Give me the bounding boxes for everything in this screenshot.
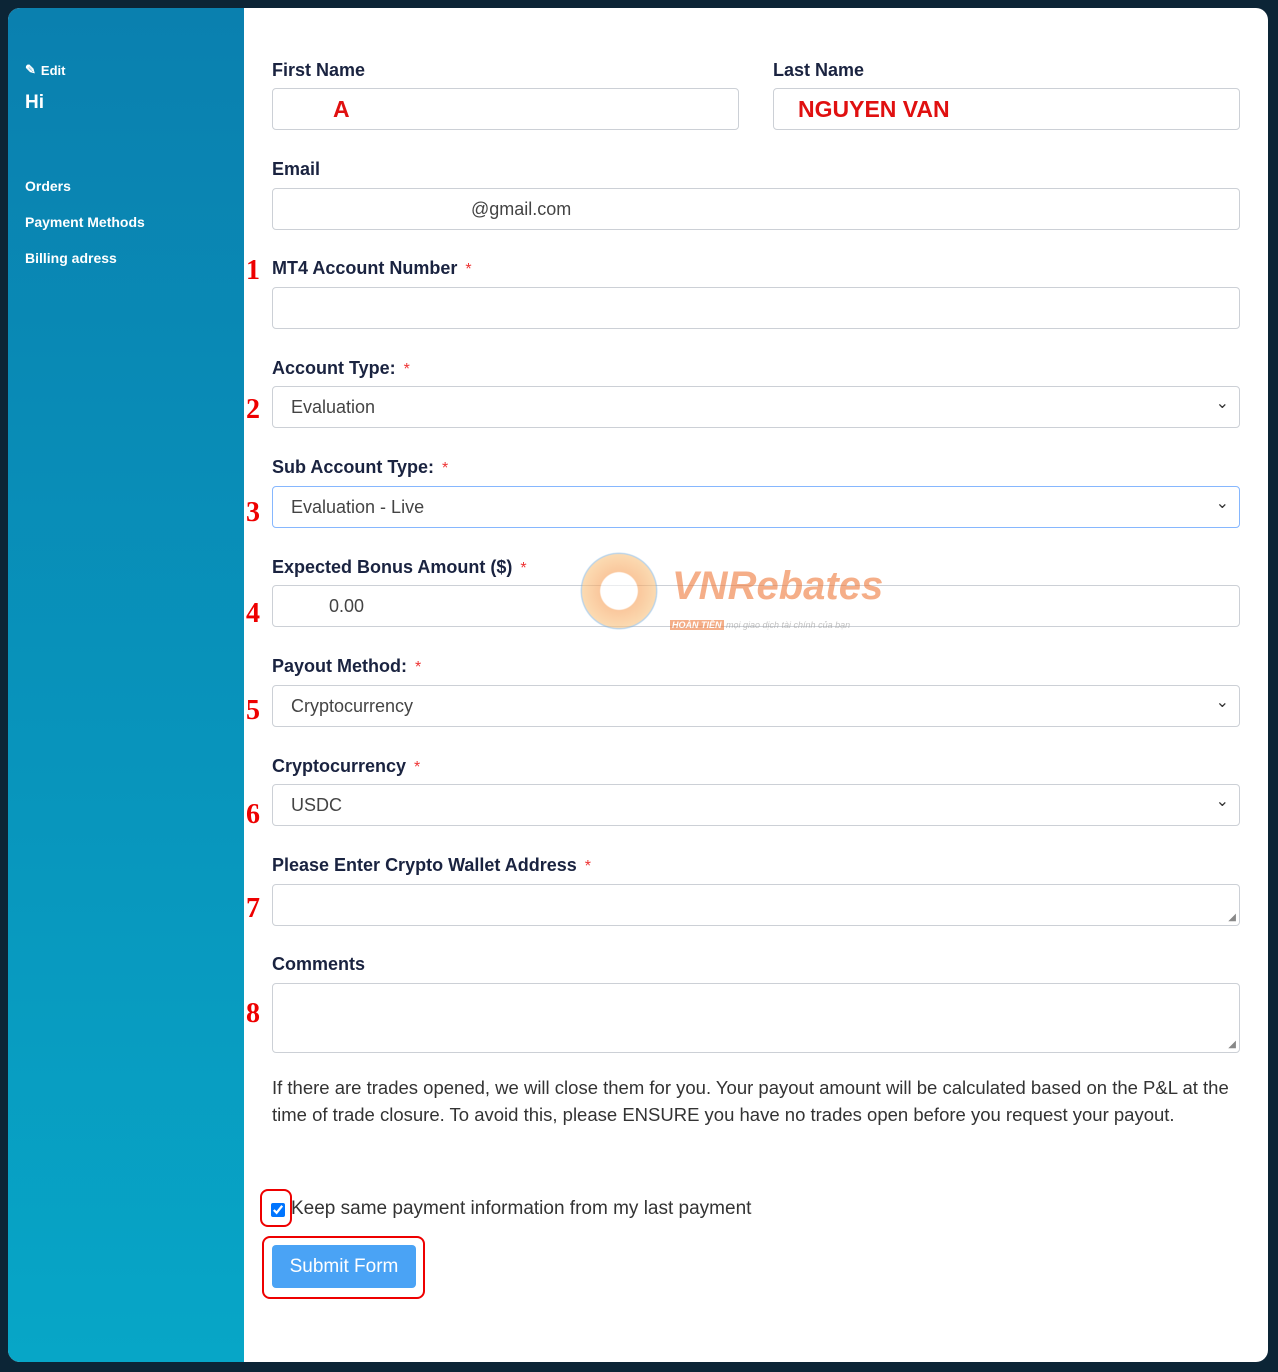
account-type-label: Account Type: * xyxy=(272,358,410,378)
sidebar-item-orders[interactable]: Orders xyxy=(25,178,244,214)
annotation-4: 4 xyxy=(246,598,260,629)
edit-icon: ✎ xyxy=(25,62,36,77)
edit-link[interactable]: ✎ Edit xyxy=(25,62,244,78)
cryptocurrency-label: Cryptocurrency * xyxy=(272,756,421,776)
sidebar-item-billing-address[interactable]: Billing adress xyxy=(25,250,244,286)
wallet-label: Please Enter Crypto Wallet Address * xyxy=(272,855,591,875)
annotation-7: 7 xyxy=(246,893,260,924)
first-name-label: First Name xyxy=(272,60,366,80)
annotation-5: 5 xyxy=(246,695,260,726)
email-label: Email xyxy=(272,159,321,179)
greeting: Hi xyxy=(25,92,44,113)
profile-card: ✎ Edit Hi Orders Payment Methods Billing … xyxy=(8,8,1268,1362)
sidebar-item-payment-methods[interactable]: Payment Methods xyxy=(25,214,244,250)
annotation-1: 1 xyxy=(246,255,260,286)
bonus-label: Expected Bonus Amount ($) * xyxy=(272,557,527,577)
account-type-select[interactable]: Evaluation xyxy=(272,386,1240,428)
comments-textarea[interactable]: ◢ xyxy=(272,983,1240,1053)
mt4-label: MT4 Account Number * xyxy=(272,258,472,278)
sub-account-type-select[interactable]: Evaluation - Live xyxy=(272,486,1240,528)
first-name-input[interactable]: A xyxy=(272,88,739,130)
annotation-6: 6 xyxy=(246,799,260,830)
email-input[interactable]: @gmail.com xyxy=(272,188,1240,230)
bonus-amount-input[interactable]: 0.00 xyxy=(272,585,1240,627)
sidebar: ✎ Edit Hi Orders Payment Methods Billing … xyxy=(8,8,244,1362)
payout-method-label: Payout Method: * xyxy=(272,656,422,676)
last-name-label: Last Name xyxy=(773,60,865,80)
payout-method-select[interactable]: Cryptocurrency xyxy=(272,685,1240,727)
annotation-3: 3 xyxy=(246,497,260,528)
mt4-account-input[interactable] xyxy=(272,287,1240,329)
sub-account-type-label: Sub Account Type: * xyxy=(272,457,449,477)
cryptocurrency-select[interactable]: USDC xyxy=(272,784,1240,826)
keep-same-checkbox[interactable] xyxy=(271,1203,285,1217)
annotation-2: 2 xyxy=(246,394,260,425)
keep-same-label: Keep same payment information from my la… xyxy=(291,1198,752,1219)
annotation-8: 8 xyxy=(246,998,260,1029)
wallet-address-textarea[interactable]: ◢ xyxy=(272,884,1240,926)
last-name-input[interactable]: NGUYEN VAN xyxy=(773,88,1240,130)
payout-form: First Name A Last Name NGUYEN VAN Email … xyxy=(244,8,1268,1362)
payout-note: If there are trades opened, we will clos… xyxy=(272,1077,1229,1125)
comments-label: Comments xyxy=(272,954,366,974)
submit-button[interactable]: Submit Form xyxy=(272,1245,416,1288)
